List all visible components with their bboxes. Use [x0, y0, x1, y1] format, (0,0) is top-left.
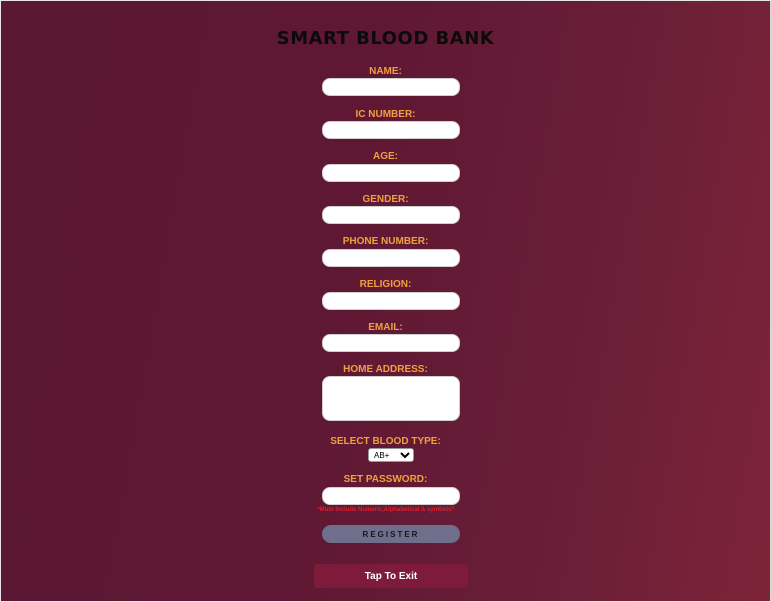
blood-type-label: SELECT BLOOD TYPE:: [330, 436, 441, 447]
page-title: SMART BLOOD BANK: [276, 28, 495, 49]
phone-label: PHONE NUMBER:: [342, 236, 429, 247]
name-input[interactable]: [322, 78, 460, 96]
gender-input[interactable]: [322, 206, 460, 224]
register-button[interactable]: REGISTER: [322, 525, 460, 543]
name-label: NAME:: [369, 66, 402, 77]
address-label: HOME ADDRESS:: [343, 364, 428, 375]
ic-number-label: IC NUMBER:: [355, 109, 416, 120]
exit-button[interactable]: Tap To Exit: [314, 564, 468, 588]
blood-type-select[interactable]: AB+: [368, 448, 414, 462]
password-label: SET PASSWORD:: [343, 474, 428, 485]
address-textarea[interactable]: [322, 376, 460, 421]
age-label: AGE:: [373, 151, 398, 162]
religion-label: RELIGION:: [359, 279, 412, 290]
religion-input[interactable]: [322, 292, 460, 310]
ic-number-input[interactable]: [322, 121, 460, 139]
password-input[interactable]: [322, 487, 460, 505]
phone-input[interactable]: [322, 249, 460, 267]
gender-label: GENDER:: [362, 194, 409, 205]
password-hint: *Must Include Numeric,Alphabetical & sym…: [317, 507, 454, 513]
email-input[interactable]: [322, 334, 460, 352]
age-input[interactable]: [322, 164, 460, 182]
email-label: EMAIL:: [368, 322, 403, 333]
